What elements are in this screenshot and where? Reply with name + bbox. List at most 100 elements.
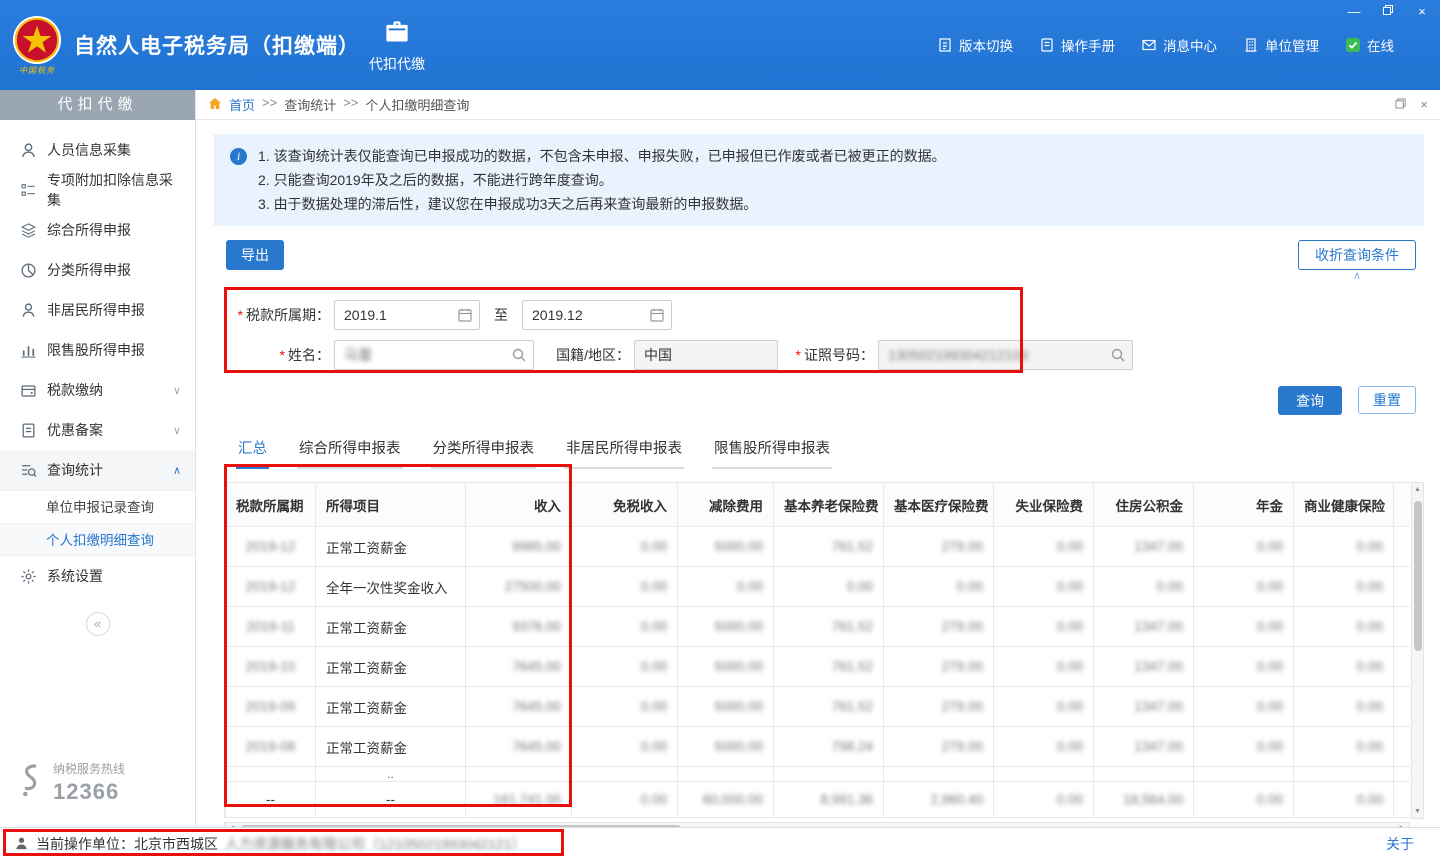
table-row: 2019-10正常工资薪金7645.000.005000.00761.52279… (226, 647, 1411, 687)
scroll-right-arrow[interactable]: ▶ (1400, 825, 1405, 828)
period-end-value: 2019.12 (532, 307, 583, 323)
tab-item[interactable]: 综合所得申报表 (297, 437, 403, 469)
sidebar: 代扣代缴 人员信息采集专项附加扣除信息采集综合所得申报分类所得申报非居民所得申报… (0, 90, 196, 827)
column-header: 年金 (1194, 483, 1294, 527)
sidebar-item[interactable]: 税款缴纳∨ (0, 370, 195, 410)
sidebar-item-label: 人员信息采集 (47, 140, 131, 160)
sidebar-item[interactable]: 系统设置 (0, 556, 195, 596)
topnav-item[interactable]: 版本切换 (937, 35, 1013, 55)
horizontal-scroll-thumb[interactable] (241, 825, 681, 827)
cell-period: 2019-09 (226, 687, 316, 727)
id-number-input[interactable]: 130502199304212109 (878, 340, 1133, 370)
cell-value: 27500.00 (466, 567, 572, 607)
hotline-label: 纳税服务热线 (53, 760, 125, 777)
search-icon[interactable] (511, 347, 527, 363)
sidebar-item[interactable]: 限售股所得申报 (0, 330, 195, 370)
about-link[interactable]: 关于 (1386, 834, 1414, 854)
cell-income-item: 全年一次性奖金收入 (316, 567, 466, 607)
cell-value: 0.00 (1394, 687, 1411, 727)
nationality-label: 国籍/地区： (542, 345, 630, 365)
sidebar-collapse-button[interactable]: « (86, 612, 110, 636)
column-header: 基本医疗保险费 (884, 483, 994, 527)
column-header: 失业保险费 (994, 483, 1094, 527)
query-form-row-2: *姓名： 马蕾 国籍/地区： 中国 *证照号码： 130502199304212… (226, 340, 1424, 370)
pie-chart-icon (20, 262, 37, 279)
calendar-icon[interactable] (457, 307, 473, 323)
sidebar-item[interactable]: 查询统计∧ (0, 450, 195, 490)
search-icon[interactable] (1110, 347, 1126, 363)
cell-value: 761.52 (774, 607, 884, 647)
query-button[interactable]: 查询 (1278, 386, 1342, 415)
results-table: 税款所属期所得项目收入免税收入减除费用基本养老保险费基本医疗保险费失业保险费住房… (225, 482, 1410, 818)
cell-value: 0.00 (1194, 607, 1294, 647)
sidebar-subitem[interactable]: 单位申报记录查询 (0, 490, 195, 523)
hotline-number: 12366 (53, 779, 125, 805)
topnav-item[interactable]: 单位管理 (1243, 35, 1319, 55)
sidebar-subitem[interactable]: 个人扣缴明细查询 (0, 523, 195, 556)
breadcrumb-item[interactable]: 查询统计 (284, 95, 336, 114)
status-bar: 当前操作单位：北京市西城区 人力资源服务有限公司（121050219930421… (0, 827, 1440, 859)
cell-partial (884, 767, 994, 782)
cell-partial: .. (316, 767, 466, 782)
tab-item[interactable]: 汇总 (236, 437, 269, 469)
cell-value: 5000.00 (678, 607, 774, 647)
wallet-icon (20, 382, 37, 399)
topnav-item[interactable]: 操作手册 (1039, 35, 1115, 55)
export-button[interactable]: 导出 (226, 240, 284, 270)
cell-value: 1347.00 (1094, 727, 1194, 767)
sidebar-item[interactable]: 分类所得申报 (0, 250, 195, 290)
period-start-input[interactable]: 2019.1 (334, 300, 480, 330)
reset-button[interactable]: 重置 (1358, 386, 1416, 414)
calendar-icon[interactable] (649, 307, 665, 323)
minimize-button[interactable]: — (1346, 4, 1362, 20)
cell-income-item: 正常工资薪金 (316, 647, 466, 687)
tab-item[interactable]: 分类所得申报表 (431, 437, 537, 469)
fold-query-button[interactable]: 收折查询条件 (1298, 240, 1416, 270)
breadcrumb: 首页 >>查询统计>>个人扣缴明细查询 × (196, 90, 1440, 120)
cell-value: 7645.00 (466, 727, 572, 767)
breadcrumb-home[interactable]: 首页 (229, 95, 255, 114)
nationality-input[interactable]: 中国 (634, 340, 778, 370)
sidebar-item[interactable]: 综合所得申报 (0, 210, 195, 250)
name-input[interactable]: 马蕾 (334, 340, 534, 370)
vertical-scroll-thumb[interactable] (1414, 501, 1422, 651)
to-label: 至 (494, 305, 508, 325)
gear-icon (20, 568, 37, 585)
cell-income-item: 正常工资薪金 (316, 727, 466, 767)
checklist-icon (20, 182, 37, 199)
cell-value: 1347.00 (1094, 687, 1194, 727)
cell-value: 0.00 (1194, 527, 1294, 567)
chevron-up-icon: ∧ (1353, 271, 1361, 282)
cell-value: 0.00 (994, 567, 1094, 607)
cell-total-value: 0.00 (1194, 782, 1294, 818)
panel-restore-icon[interactable] (1395, 98, 1406, 111)
tab-item[interactable]: 限售股所得申报表 (712, 437, 832, 469)
cell-value: 0.00 (884, 567, 994, 607)
close-button[interactable]: × (1414, 4, 1430, 20)
sidebar-item-label: 税款缴纳 (47, 380, 103, 400)
vertical-scrollbar[interactable]: ▲ ▼ (1411, 482, 1424, 819)
scroll-up-arrow[interactable]: ▲ (1414, 486, 1421, 493)
table-row: 2019-11正常工资薪金9376.000.005000.00761.52279… (226, 607, 1411, 647)
horizontal-scrollbar[interactable]: ◀ ▶ (224, 822, 1410, 827)
cell-value: 279.00 (884, 727, 994, 767)
topnav-item[interactable]: 在线 (1345, 35, 1394, 55)
topnav-item[interactable]: 消息中心 (1141, 35, 1217, 55)
sidebar-item[interactable]: 非居民所得申报 (0, 290, 195, 330)
sidebar-item[interactable]: 专项附加扣除信息采集 (0, 170, 195, 210)
table-header-row: 税款所属期所得项目收入免税收入减除费用基本养老保险费基本医疗保险费失业保险费住房… (226, 483, 1411, 527)
sidebar-item[interactable]: 优惠备案∨ (0, 410, 195, 450)
period-end-input[interactable]: 2019.12 (522, 300, 672, 330)
scroll-left-arrow[interactable]: ◀ (229, 825, 234, 828)
cell-partial (994, 767, 1094, 782)
scroll-down-arrow[interactable]: ▼ (1414, 808, 1421, 815)
breadcrumb-item[interactable]: 个人扣缴明细查询 (365, 95, 469, 114)
panel-close-icon[interactable]: × (1420, 98, 1428, 111)
topnav-item-label: 单位管理 (1265, 35, 1319, 55)
tab-withholding-module[interactable]: 代扣代缴 (352, 20, 442, 74)
cell-value: 0.00 (1294, 567, 1394, 607)
sidebar-item[interactable]: 人员信息采集 (0, 130, 195, 170)
tab-item[interactable]: 非居民所得申报表 (564, 437, 684, 469)
restore-button[interactable] (1380, 4, 1396, 20)
cell-partial (678, 767, 774, 782)
